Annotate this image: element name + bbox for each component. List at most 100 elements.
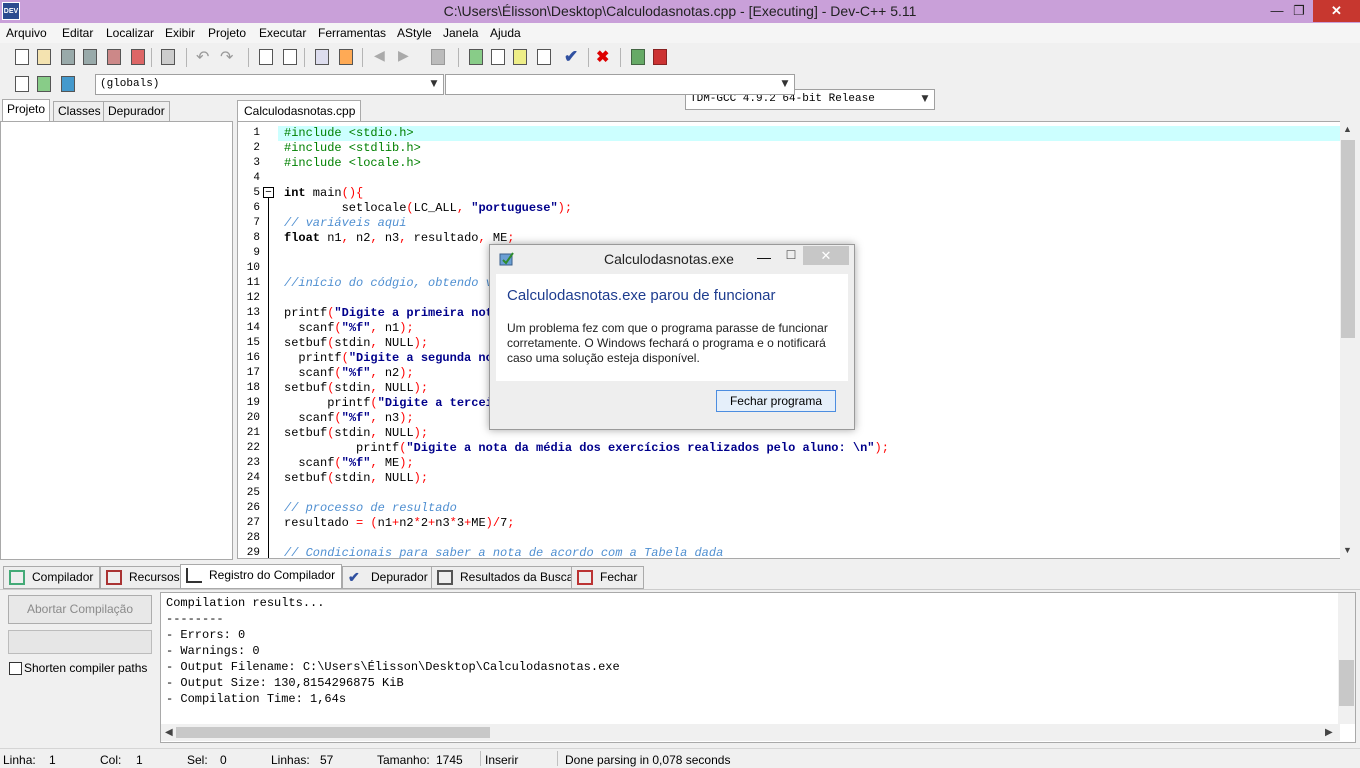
scope-select[interactable]: (globals) ▼ xyxy=(95,74,444,95)
menu-astyle[interactable]: AStyle xyxy=(397,26,432,40)
menu-ferramentas[interactable]: Ferramentas xyxy=(318,26,386,40)
compile-log-output[interactable]: Compilation results... -------- - Errors… xyxy=(160,592,1356,743)
goto-line-icon[interactable] xyxy=(312,47,332,67)
new-file-icon[interactable] xyxy=(12,47,32,67)
insert-icon[interactable] xyxy=(336,47,356,67)
goto-definition-icon[interactable] xyxy=(58,74,78,94)
program-icon xyxy=(499,251,515,267)
shorten-paths-checkbox[interactable] xyxy=(9,662,22,675)
goto-declaration-icon[interactable] xyxy=(34,74,54,94)
toggle-comment-icon[interactable] xyxy=(428,47,448,67)
menu-arquivo[interactable]: Arquivo xyxy=(6,26,47,40)
line-number: 2 xyxy=(253,142,260,154)
log-line: - Warnings: 0 xyxy=(166,644,260,658)
tab-projeto[interactable]: Projeto xyxy=(2,99,51,122)
stop-execution-icon[interactable]: ✖ xyxy=(596,47,616,67)
code-line: printf("Digite a primeira nota xyxy=(284,306,501,320)
chevron-down-icon: ▼ xyxy=(781,79,789,89)
code-line: setbuf(stdin, NULL); xyxy=(284,336,429,350)
code-line: #include <stdlib.h> xyxy=(284,141,421,155)
line-number: 23 xyxy=(246,457,260,469)
menu-exibir[interactable]: Exibir xyxy=(165,26,195,40)
dialog-heading: Calculodasnotas.exe parou de funcionar xyxy=(507,287,776,304)
code-line: // Condicionais para saber a nota de aco… xyxy=(284,546,724,559)
close-panel-icon xyxy=(577,570,593,585)
dialog-close-button[interactable]: ✕ xyxy=(803,246,849,265)
tab-depurador-bottom[interactable]: ✔ Depurador xyxy=(342,566,435,589)
menu-ajuda[interactable]: Ajuda xyxy=(490,26,521,40)
code-line: scanf("%f", n2); xyxy=(284,366,414,380)
syntax-check-icon[interactable]: ✔ xyxy=(564,47,584,67)
scroll-up-icon[interactable]: ▲ xyxy=(1343,124,1352,134)
close-program-button[interactable]: Fechar programa xyxy=(716,390,836,412)
log-line: -------- xyxy=(166,612,224,626)
project-panel[interactable] xyxy=(0,121,233,560)
code-line: printf("Digite a segunda not xyxy=(284,351,501,365)
rebuild-all-icon[interactable] xyxy=(534,47,554,67)
open-file-icon[interactable] xyxy=(34,47,54,67)
profile-icon[interactable] xyxy=(628,47,648,67)
code-line: #include <stdio.h> xyxy=(284,126,414,140)
chevron-down-icon: ▼ xyxy=(430,79,438,89)
menu-projeto[interactable]: Projeto xyxy=(208,26,246,40)
member-select[interactable]: ▼ xyxy=(445,74,795,95)
compile-run-icon[interactable] xyxy=(510,47,530,67)
dialog-maximize-button[interactable]: ☐ xyxy=(782,248,800,262)
code-line: #include <locale.h> xyxy=(284,156,421,170)
scroll-left-icon[interactable]: ◀ xyxy=(165,727,173,738)
menu-janela[interactable]: Janela xyxy=(443,26,478,40)
editor-scroll-thumb[interactable] xyxy=(1341,140,1355,338)
compile-icon[interactable] xyxy=(466,47,486,67)
save-icon[interactable] xyxy=(58,47,78,67)
editor-file-tab[interactable]: Calculodasnotas.cpp xyxy=(237,100,361,121)
menu-editar[interactable]: Editar xyxy=(62,26,93,40)
tab-fechar[interactable]: Fechar xyxy=(571,566,645,589)
replace-icon[interactable] xyxy=(280,47,300,67)
dialog-minimize-button[interactable]: — xyxy=(755,250,773,264)
close-button[interactable]: ✕ xyxy=(1313,0,1360,22)
line-number: 15 xyxy=(246,337,260,349)
tab-resultados-busca[interactable]: Resultados da Busca xyxy=(431,566,581,589)
code-line: setbuf(stdin, NULL); xyxy=(284,471,429,485)
find-icon[interactable] xyxy=(256,47,276,67)
unindent-icon[interactable]: ◀ xyxy=(374,47,394,67)
shorten-paths-label[interactable]: Shorten compiler paths xyxy=(24,661,147,675)
abort-compilation-button[interactable]: Abortar Compilação xyxy=(8,595,152,624)
status-sel-value: 0 xyxy=(220,753,227,767)
code-line: float n1, n2, n3, resultado, ME; xyxy=(284,231,515,245)
title-bar: DEV C:\Users\Élisson\Desktop\Calculodasn… xyxy=(0,0,1360,23)
indent-icon[interactable]: ▶ xyxy=(398,47,418,67)
class-browser-icon[interactable] xyxy=(12,74,32,94)
print-icon[interactable] xyxy=(158,47,178,67)
tab-compilador[interactable]: Compilador xyxy=(3,566,101,589)
status-size-value: 1745 xyxy=(436,753,463,767)
fold-toggle[interactable]: − xyxy=(263,187,274,198)
line-number: 10 xyxy=(246,262,260,274)
code-line: printf("Digite a terceir xyxy=(284,396,501,410)
tab-registro-compilador[interactable]: Registro do Compilador xyxy=(180,564,343,589)
save-all-icon[interactable] xyxy=(80,47,100,67)
tab-classes[interactable]: Classes xyxy=(53,101,106,122)
line-number: 9 xyxy=(253,247,260,259)
log-hscroll-thumb[interactable] xyxy=(176,727,490,738)
log-line: - Compilation Time: 1,64s xyxy=(166,692,347,706)
menu-localizar[interactable]: Localizar xyxy=(106,26,154,40)
tab-recursos[interactable]: Recursos xyxy=(100,566,187,589)
undo-icon[interactable]: ↶ xyxy=(196,47,216,67)
close-all-icon[interactable] xyxy=(128,47,148,67)
line-number: 7 xyxy=(253,217,260,229)
code-line: // processo de resultado xyxy=(284,501,457,515)
scroll-down-icon[interactable]: ▼ xyxy=(1343,545,1352,555)
log-scroll-thumb[interactable] xyxy=(1339,660,1354,706)
scroll-right-icon[interactable]: ▶ xyxy=(1325,727,1333,738)
fold-line xyxy=(268,198,269,558)
menu-executar[interactable]: Executar xyxy=(259,26,306,40)
maximize-button[interactable]: ❐ xyxy=(1282,0,1316,22)
tab-depurador[interactable]: Depurador xyxy=(103,101,170,122)
redo-icon[interactable]: ↷ xyxy=(220,47,240,67)
run-icon[interactable] xyxy=(488,47,508,67)
code-line: scanf("%f", n3); xyxy=(284,411,414,425)
close-file-icon[interactable] xyxy=(104,47,124,67)
delete-profile-icon[interactable] xyxy=(650,47,670,67)
status-lines-value: 57 xyxy=(320,753,334,767)
